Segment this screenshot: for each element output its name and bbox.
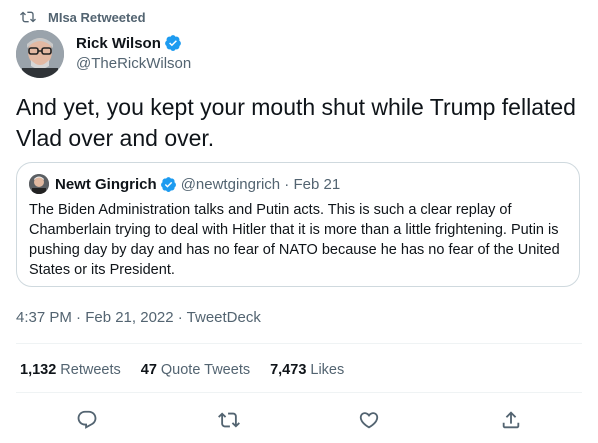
divider	[16, 343, 582, 344]
quoted-author-handle: @newtgingrich	[180, 175, 281, 193]
tweet-timestamp[interactable]: 4:37 PM · Feb 21, 2022 · TweetDeck	[16, 309, 261, 326]
quoted-avatar	[29, 174, 49, 194]
tweet-actions	[0, 403, 598, 435]
retweeted-banner[interactable]: MIsa Retweeted	[20, 8, 146, 26]
divider	[16, 392, 582, 393]
engagement-stats: 1,132 Retweets 47 Quote Tweets 7,473 Likes	[20, 362, 364, 378]
quoted-separator: ·	[280, 175, 294, 193]
retweets-stat[interactable]: 1,132 Retweets	[20, 362, 121, 378]
author-handle[interactable]: @TheRickWilson	[76, 55, 191, 72]
author-name[interactable]: Rick Wilson	[76, 35, 161, 52]
like-button[interactable]	[352, 403, 386, 437]
quote-tweets-label: Quote Tweets	[160, 362, 251, 378]
retweet-icon	[218, 412, 240, 428]
reply-icon	[77, 410, 97, 429]
likes-count: 7,473	[270, 362, 307, 378]
retweet-button[interactable]	[212, 403, 246, 437]
quote-tweets-count: 47	[140, 362, 157, 378]
quoted-tweet-text: The Biden Administration talks and Putin…	[29, 202, 560, 278]
tweet-text: And yet, you kept your mouth shut while …	[16, 94, 576, 151]
quoted-date: Feb 21	[293, 175, 341, 193]
retweets-count: 1,132	[20, 362, 57, 378]
retweeted-by-text: MIsa Retweeted	[48, 9, 146, 25]
likes-label: Likes	[310, 362, 345, 378]
likes-stat[interactable]: 7,473 Likes	[270, 362, 344, 378]
reply-button[interactable]	[70, 403, 104, 437]
share-icon	[502, 411, 520, 429]
share-button[interactable]	[494, 403, 528, 437]
retweet-icon	[20, 11, 36, 23]
retweets-label: Retweets	[60, 362, 121, 378]
tweet-author: Rick Wilson @TheRickWilson	[16, 30, 191, 78]
verified-badge-icon	[160, 176, 176, 192]
avatar[interactable]	[16, 30, 64, 78]
quoted-author-name: Newt Gingrich	[55, 175, 157, 193]
verified-badge-icon	[165, 35, 181, 51]
like-icon	[359, 412, 379, 429]
quote-tweets-stat[interactable]: 47 Quote Tweets	[141, 362, 250, 378]
quoted-tweet-card[interactable]: Newt Gingrich @newtgingrich · Feb 21 The…	[16, 162, 580, 287]
